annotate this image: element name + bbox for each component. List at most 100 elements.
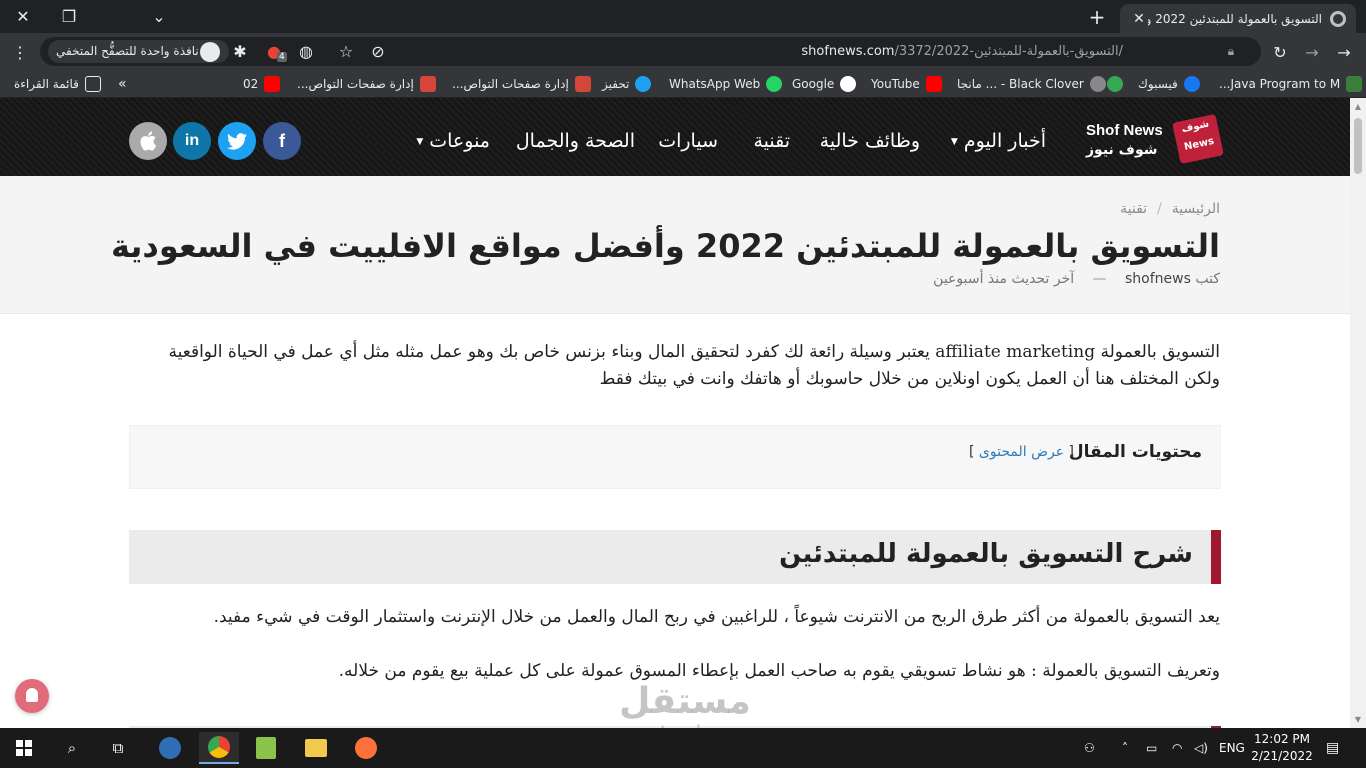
- linkedin-icon[interactable]: in: [173, 122, 211, 160]
- manga-icon: [1089, 76, 1106, 92]
- youtube-icon: [264, 76, 281, 92]
- windows-start-icon[interactable]: [4, 732, 44, 764]
- task-view-icon[interactable]: ⧉: [98, 732, 138, 764]
- extensions-icon[interactable]: ✱: [226, 37, 254, 65]
- apple-icon[interactable]: [129, 122, 167, 160]
- whatsapp-icon: [766, 76, 783, 92]
- breadcrumb-separator: /: [1157, 201, 1162, 217]
- toc-toggle-label[interactable]: عرض المحتوى: [979, 444, 1064, 460]
- volume-icon[interactable]: ◁): [1194, 728, 1208, 768]
- address-bar[interactable]: نافذة واحدة للتصفُّح المتخفي ✱ ● 4 ◍ ☆ ⊘…: [40, 37, 1261, 66]
- youtube-icon: [925, 76, 942, 92]
- bookmark-item[interactable]: تحفيز: [602, 75, 652, 93]
- tab-active[interactable]: التسويق بالعمولة للمبتدئين 2022 و ✕: [1120, 4, 1356, 33]
- chevron-down-icon: ▼: [950, 136, 958, 147]
- logo-en: Shof News: [1086, 122, 1163, 139]
- google-icon: [840, 76, 857, 92]
- nav-item-health[interactable]: الصحة والجمال: [516, 126, 635, 156]
- battery-icon[interactable]: ▭: [1146, 728, 1157, 768]
- forward-icon[interactable]: →: [1298, 38, 1326, 66]
- bookmark-item[interactable]: WhatsApp Web: [669, 75, 783, 93]
- scroll-down-icon[interactable]: ▼: [1353, 715, 1363, 724]
- eye-off-icon[interactable]: ⊘: [364, 37, 392, 65]
- tab-title: التسويق بالعمولة للمبتدئين 2022 و: [1148, 11, 1322, 26]
- file-explorer-icon[interactable]: [296, 732, 336, 764]
- page-scrollbar[interactable]: ▲ ▼: [1350, 98, 1366, 728]
- nav-label: أخبار اليوم: [963, 130, 1046, 152]
- tab-search-icon[interactable]: ⌄: [136, 0, 182, 33]
- bookmark-label: إدارة صفحات التواص...: [452, 77, 569, 91]
- bookmark-label: تحفيز: [602, 77, 630, 91]
- notification-bell-icon[interactable]: [15, 679, 49, 713]
- scroll-up-icon[interactable]: ▲: [1353, 102, 1363, 111]
- browser-toolbar: ⋮ نافذة واحدة للتصفُّح المتخفي ✱ ● 4 ◍ ☆…: [0, 33, 1366, 70]
- bookmark-label: 02: [243, 77, 259, 91]
- translate-icon[interactable]: ◍: [292, 37, 320, 65]
- back-icon[interactable]: →: [1330, 38, 1358, 66]
- reading-list-icon: [84, 76, 101, 92]
- breadcrumb-category[interactable]: تقنية: [1120, 201, 1147, 217]
- breadcrumb-home[interactable]: الرئيسية: [1172, 201, 1220, 217]
- article-intro: التسويق بالعمولة affiliate marketing يعت…: [168, 342, 1220, 389]
- close-window-icon[interactable]: ✕: [0, 0, 46, 33]
- logo-ar: شوف نيوز: [1086, 142, 1158, 158]
- chevron-up-icon[interactable]: ˄: [1122, 728, 1128, 768]
- new-tab-icon[interactable]: +: [1084, 4, 1110, 30]
- clock[interactable]: 12:02 PM 2/21/2022: [1250, 731, 1314, 765]
- wifi-icon[interactable]: ◠: [1172, 728, 1182, 768]
- bookmark-item[interactable]: إدارة صفحات التواص...: [297, 75, 436, 93]
- page-title: التسويق بالعمولة للمبتدئين 2022 وأفضل مو…: [111, 227, 1220, 265]
- notepad-icon[interactable]: [246, 732, 286, 764]
- toc-title: محتويات المقال: [1068, 442, 1202, 462]
- nav-item-news[interactable]: أخبار اليوم ▼: [951, 126, 1046, 156]
- bookmark-item[interactable]: Google: [792, 75, 857, 93]
- notification-center-icon[interactable]: ▤: [1326, 728, 1339, 768]
- url-domain: shofnews.com: [801, 44, 895, 59]
- firefox-icon[interactable]: [346, 732, 386, 764]
- lock-icon[interactable]: 🔒︎: [1217, 37, 1245, 65]
- twitter-bird-icon: [227, 132, 247, 150]
- nav-item-cars[interactable]: سيارات: [658, 126, 718, 156]
- twitter-icon[interactable]: [218, 122, 256, 160]
- language-indicator[interactable]: ENG: [1219, 728, 1245, 768]
- bookmark-item[interactable]: Java Program to M...: [1219, 75, 1363, 93]
- tab-close-icon[interactable]: ✕: [1130, 11, 1148, 27]
- people-icon[interactable]: ⚇: [1084, 728, 1095, 768]
- more-bookmarks-icon[interactable]: »: [118, 75, 127, 93]
- bookmark-item[interactable]: 02: [243, 75, 281, 93]
- clock-time: 12:02 PM: [1254, 732, 1310, 746]
- bookmark-item[interactable]: إدارة صفحات التواص...: [452, 75, 591, 93]
- m-icon: [419, 76, 436, 92]
- bookmark-item[interactable]: فيسبوك: [1138, 75, 1200, 93]
- nav-label: وظائف خالية: [819, 130, 920, 152]
- bookmark-star-icon[interactable]: ☆: [332, 37, 360, 65]
- chrome-icon[interactable]: [199, 732, 239, 764]
- bookmark-item[interactable]: YouTube: [871, 75, 942, 93]
- tab-bar: ✕ ❐ ⌄ + التسويق بالعمولة للمبتدئين 2022 …: [0, 0, 1366, 33]
- nav-item-jobs[interactable]: وظائف خالية: [820, 126, 920, 156]
- toc-bracket-close: ]: [969, 444, 975, 460]
- restore-window-icon[interactable]: ❐: [46, 0, 92, 33]
- bookmarks-bar: قائمة القراءة » 02 إدارة صفحات التواص...…: [0, 70, 1366, 98]
- menu-icon[interactable]: ⋮: [6, 38, 34, 66]
- app-icon[interactable]: [150, 732, 190, 764]
- toc-toggle[interactable]: [ عرض المحتوى ]: [969, 444, 1074, 460]
- site-logo[interactable]: Shof News شوف نيوز شوف News: [1086, 113, 1224, 168]
- url-text[interactable]: shofnews.com/3372/التسويق-بالعمولة-للمبت…: [801, 37, 1123, 66]
- nav-item-tech[interactable]: تقنية: [753, 126, 790, 156]
- updated-date: آخر تحديث منذ أسبوعين: [933, 271, 1075, 287]
- author-link[interactable]: shofnews: [1125, 271, 1191, 287]
- meta-separator: —: [1092, 271, 1107, 287]
- bookmark-item[interactable]: Black Clover - ... مانجا: [957, 75, 1106, 93]
- bookmark-label: Black Clover - ... مانجا: [957, 77, 1084, 91]
- reload-icon[interactable]: ↻: [1266, 38, 1294, 66]
- twitter-icon: [635, 76, 652, 92]
- bookmark-item[interactable]: [1107, 75, 1123, 93]
- nav-item-misc[interactable]: منوعات ▼: [416, 126, 490, 156]
- scrollbar-thumb[interactable]: [1354, 118, 1362, 174]
- reading-list[interactable]: قائمة القراءة: [14, 75, 101, 93]
- facebook-icon[interactable]: f: [263, 122, 301, 160]
- nav-label: سيارات: [658, 130, 718, 152]
- bookmark-label: Google: [792, 77, 835, 91]
- search-icon[interactable]: ⌕: [52, 732, 92, 764]
